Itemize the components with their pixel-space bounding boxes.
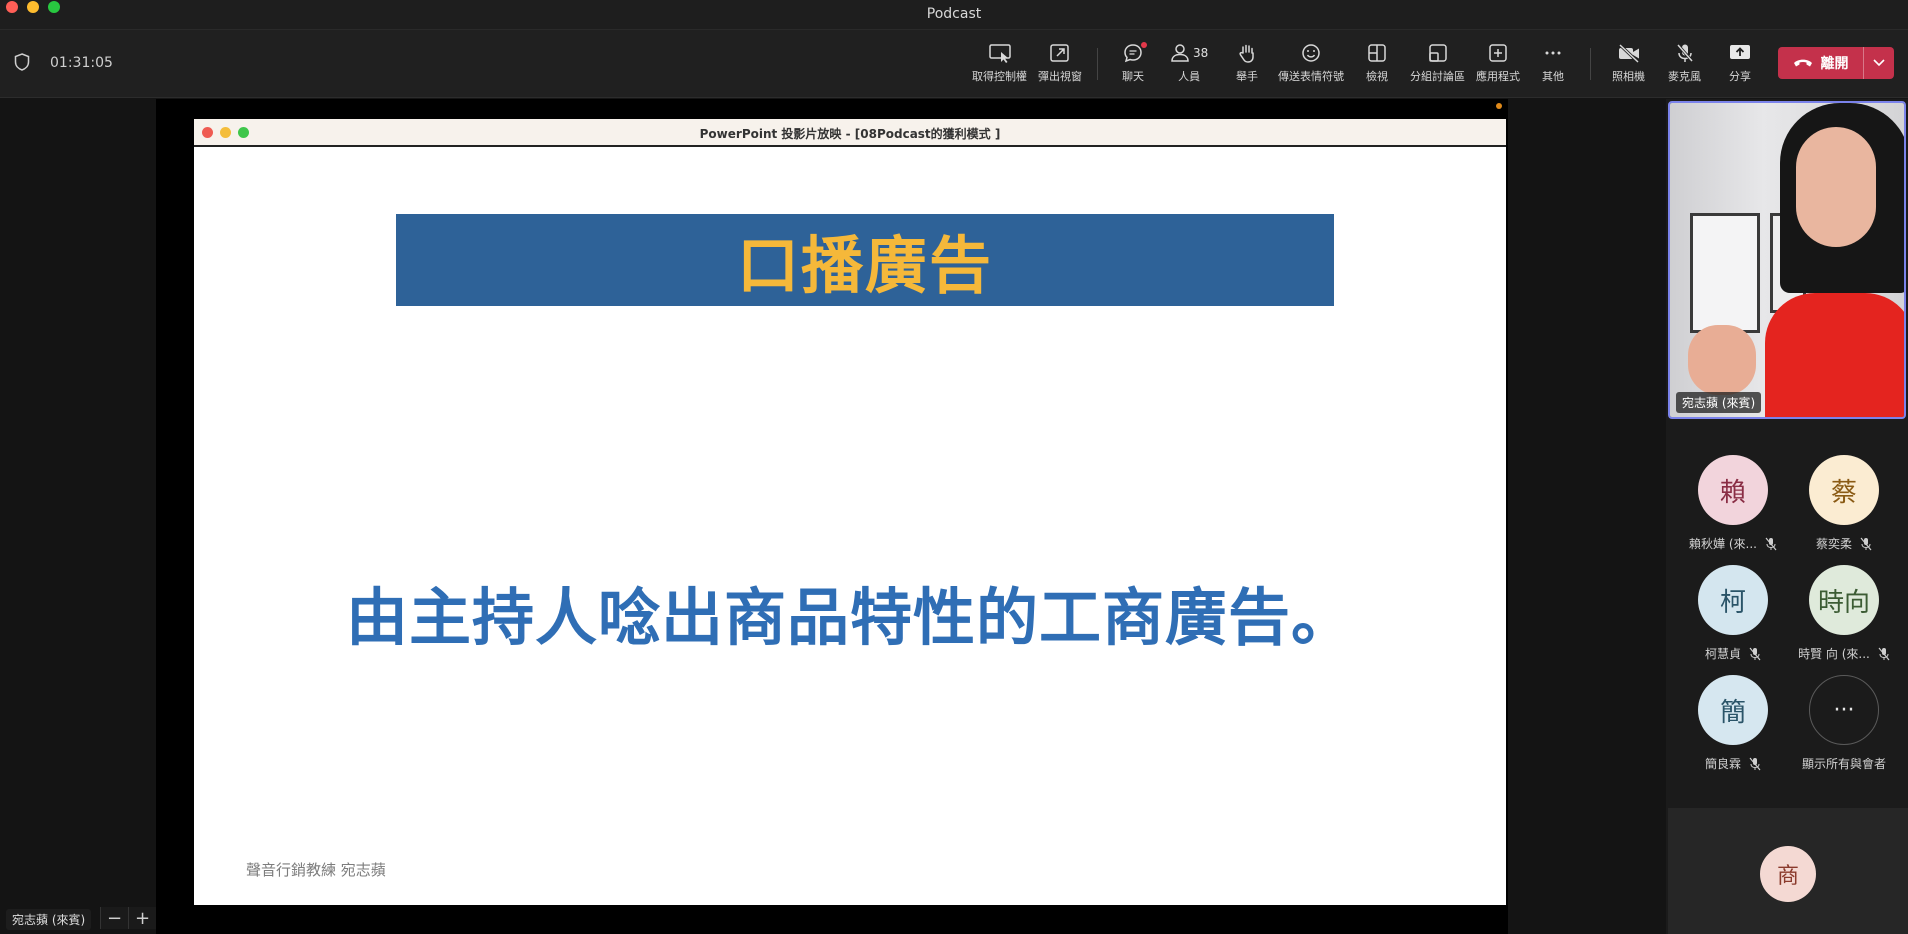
participant-avatar: 時向 [1809,565,1879,635]
toolbar-divider [1097,48,1098,80]
toolbar-divider [1590,48,1591,80]
chat-button[interactable]: 聊天 [1122,40,1147,90]
meeting-toolbar: 01:31:05 取得控制權 彈出視窗 聊天 38 人員 舉手 傳送表情符號 檢… [0,30,1908,98]
participant-avatar: 簡 [1698,675,1768,745]
leave-meeting-button[interactable]: 離開 [1778,47,1894,79]
participant-name: 時賢 向 (來... [1798,647,1870,661]
window-title: Podcast [926,6,982,22]
mic-off-icon [1676,44,1693,62]
people-count: 38 [1193,46,1209,60]
view-button[interactable]: 檢視 [1366,40,1388,90]
meeting-timer: 01:31:05 [50,55,113,71]
raise-hand-button[interactable]: 舉手 [1236,40,1258,90]
powerpoint-window: PowerPoint 投影片放映 - [08Podcast的獲利模式 ] 口播廣… [194,119,1506,905]
grid-view-icon [1368,44,1386,62]
participant-name: 蔡奕柔 [1815,537,1852,551]
zoom-controls: − + [100,907,156,929]
add-app-icon [1489,44,1507,62]
take-control-icon [988,44,1011,63]
pop-out-icon [1050,44,1069,62]
presenter-name-chip: 宛志蘋 (來賓) [6,909,92,930]
slide-body-text: 由主持人唸出商品特性的工商廣告。 [345,581,1354,654]
recording-indicator [1496,103,1502,109]
smiley-icon [1302,44,1320,62]
mic-off-icon [1749,647,1761,660]
participant-tile[interactable]: 賴 賴秋嬅 (來... [1678,455,1788,552]
more-button[interactable]: 其他 [1542,40,1564,90]
share-screen-icon [1730,45,1750,59]
mic-off-icon [1860,537,1872,550]
chat-notification-dot [1141,42,1147,48]
apps-button[interactable]: 應用程式 [1476,40,1520,90]
ppt-window-title: PowerPoint 投影片放映 - [08Podcast的獲利模式 ] [699,127,1001,141]
hang-up-icon [1793,59,1812,67]
speaker-name-label: 宛志蘋 (來賓) [1676,392,1762,413]
slide-footer: 聲音行銷教練 宛志蘋 [246,861,386,879]
people-button[interactable]: 38 人員 [1170,40,1208,90]
mic-off-icon [1765,537,1777,550]
share-button[interactable]: 分享 [1728,40,1752,90]
chevron-down-icon [1873,59,1885,67]
participant-tile[interactable]: 柯 柯慧貞 [1678,565,1788,662]
participant-tile[interactable]: 簡 簡良霖 [1678,675,1788,772]
participant-tile[interactable]: 時向 時賢 向 (來... [1789,565,1899,662]
participant-name: 賴秋嬅 (來... [1689,537,1757,551]
breakout-rooms-icon [1428,44,1447,62]
zoom-out-button[interactable]: − [100,907,128,929]
reactions-button[interactable]: 傳送表情符號 [1278,40,1344,90]
camera-button[interactable]: 照相機 [1612,40,1645,90]
slide-title: 口播廣告 [736,229,993,302]
show-all-participants-button[interactable]: ··· 顯示所有與會者 [1789,675,1899,772]
ellipsis-icon: ··· [1809,675,1879,745]
participant-avatar: 蔡 [1809,455,1879,525]
show-all-label: 顯示所有與會者 [1801,757,1886,771]
window-titlebar: Podcast [0,0,1908,30]
participant-avatar: 商 [1760,846,1816,902]
leave-options-button[interactable] [1864,47,1894,79]
mic-off-icon [1878,647,1890,660]
participant-tile[interactable]: 蔡 蔡奕柔 [1789,455,1899,552]
shield-icon [14,53,30,71]
ellipsis-icon [1545,51,1561,55]
zoom-in-button[interactable]: + [128,907,156,929]
participant-avatar: 柯 [1698,565,1768,635]
slide-canvas: 口播廣告 由主持人唸出商品特性的工商廣告。 聲音行銷教練 宛志蘋 [194,147,1506,905]
raise-hand-icon [1239,44,1254,63]
participant-name: 簡良霖 [1704,757,1741,771]
people-icon [1171,44,1189,62]
microphone-button[interactable]: 麥克風 [1668,40,1701,90]
pop-out-button[interactable]: 彈出視窗 [1038,40,1082,90]
participant-name: 柯慧貞 [1704,647,1741,661]
mic-off-icon [1749,757,1761,770]
breakout-rooms-button[interactable]: 分組討論區 [1410,40,1465,90]
ppt-titlebar: PowerPoint 投影片放映 - [08Podcast的獲利模式 ] [194,119,1506,147]
camera-off-icon [1618,43,1639,64]
slide-title-banner: 口播廣告 [396,214,1334,306]
take-control-button[interactable]: 取得控制權 [972,40,1027,90]
leave-main[interactable]: 離開 [1778,47,1864,79]
speaker-video-tile[interactable]: 宛志蘋 (來賓) [1668,101,1906,419]
participant-avatar: 賴 [1698,455,1768,525]
